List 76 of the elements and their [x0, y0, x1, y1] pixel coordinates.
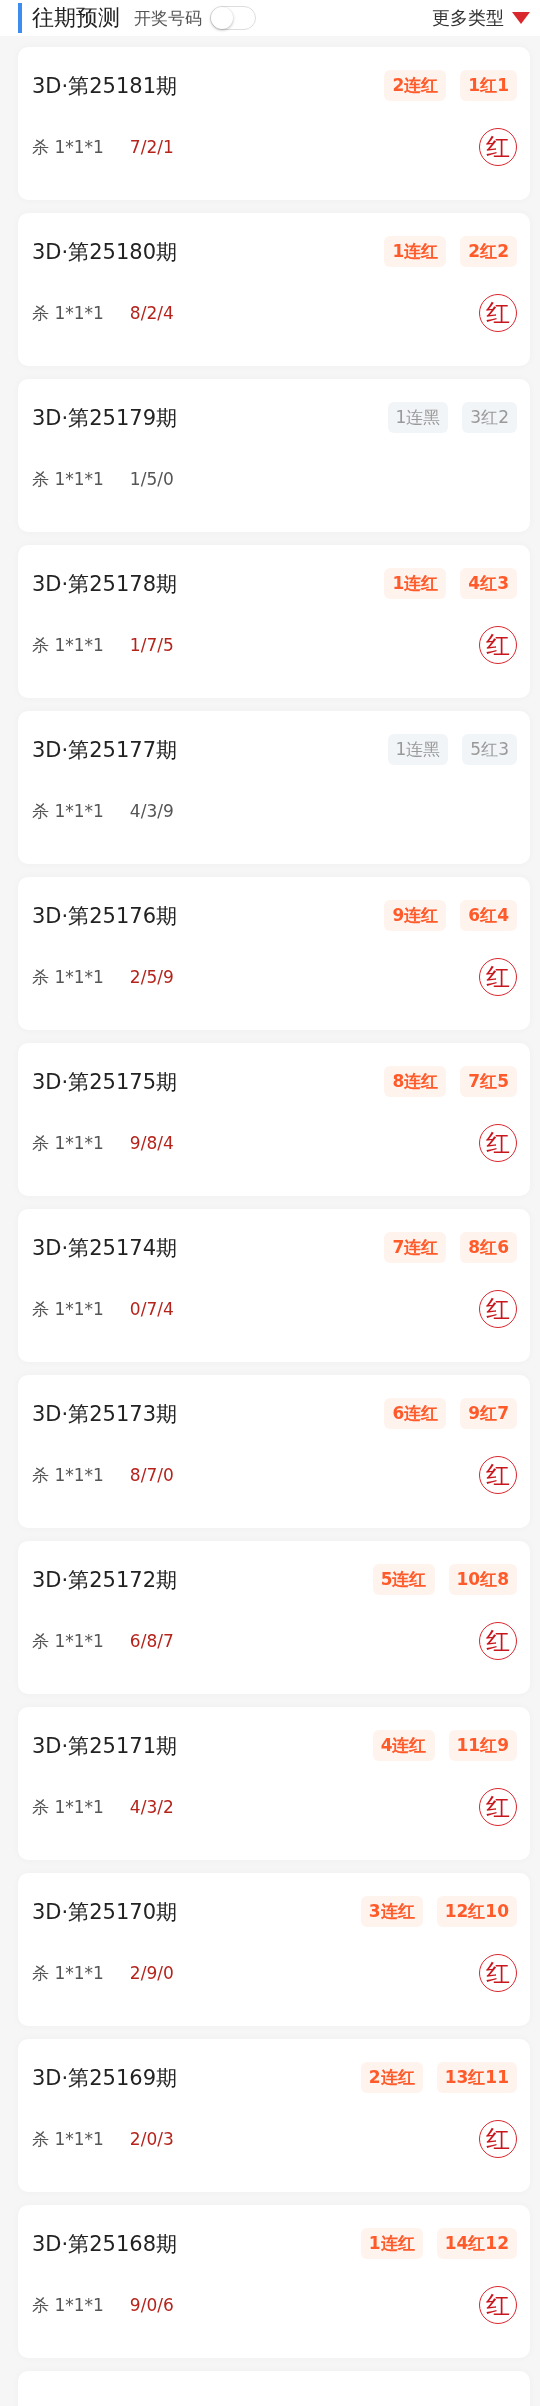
record-tag: 5红3 — [462, 734, 517, 765]
record-tag: 11红9 — [448, 1730, 517, 1761]
record-tag: 1红1 — [460, 70, 517, 101]
issue-title: 3D·第25178期 — [32, 570, 177, 598]
issue-title: 3D·第25172期 — [32, 1566, 177, 1594]
streak-tag: 7连红 — [384, 1232, 447, 1263]
kill-rule: 杀 1*1*1 — [32, 965, 104, 989]
dropdown-triangle-icon — [512, 12, 530, 24]
kill-rule: 杀 1*1*1 — [32, 799, 104, 823]
predicted-numbers: 2/9/0 — [129, 1963, 174, 1983]
issue-title: 3D·第25169期 — [32, 2064, 177, 2092]
kill-rule: 杀 1*1*1 — [32, 2127, 104, 2151]
record-tag: 3红2 — [462, 402, 517, 433]
streak-tag: 8连红 — [384, 1066, 447, 1097]
record-tag: 13红11 — [436, 2062, 517, 2093]
issue-title: 3D·第25174期 — [32, 1234, 177, 1262]
streak-tag: 2连红 — [384, 70, 447, 101]
issue-title: 3D·第25179期 — [32, 404, 177, 432]
accent-bar — [18, 3, 22, 33]
record-tag: 10红8 — [448, 1564, 517, 1595]
kill-rule: 杀 1*1*1 — [32, 1795, 104, 1819]
kill-rule: 杀 1*1*1 — [32, 2293, 104, 2317]
issue-title: 3D·第25171期 — [32, 1732, 177, 1760]
streak-tag: 5连红 — [372, 1564, 435, 1595]
kill-rule: 杀 1*1*1 — [32, 467, 104, 491]
streak-tag: 1连黑 — [387, 734, 449, 765]
issue-title: 3D·第25181期 — [32, 72, 177, 100]
issue-title: 3D·第25176期 — [32, 902, 177, 930]
streak-tag: 2连红 — [360, 2062, 423, 2093]
kill-rule: 杀 1*1*1 — [32, 1131, 104, 1155]
predicted-numbers: 2/0/3 — [129, 2129, 174, 2149]
predicted-numbers: 8/2/4 — [129, 303, 174, 323]
predicted-numbers: 9/8/4 — [129, 1133, 174, 1153]
more-types-dropdown[interactable]: 更多类型 — [432, 6, 530, 30]
kill-rule: 杀 1*1*1 — [32, 1629, 104, 1653]
issue-title: 3D·第25175期 — [32, 1068, 177, 1096]
streak-tag: 4连红 — [372, 1730, 435, 1761]
record-tag: 8红6 — [460, 1232, 517, 1263]
issue-title: 3D·第25168期 — [32, 2230, 177, 2258]
predicted-numbers: 0/7/4 — [129, 1299, 174, 1319]
streak-tag: 1连红 — [384, 568, 447, 599]
predicted-numbers: 1/7/5 — [129, 635, 174, 655]
streak-tag: 9连红 — [384, 900, 447, 931]
record-tag: 9红7 — [460, 1398, 517, 1429]
streak-tag: 1连红 — [360, 2228, 423, 2259]
kill-rule: 杀 1*1*1 — [32, 1463, 104, 1487]
kill-rule: 杀 1*1*1 — [32, 1961, 104, 1985]
record-tag: 4红3 — [460, 568, 517, 599]
issue-title: 3D·第25173期 — [32, 1400, 177, 1428]
issue-title: 3D·第25177期 — [32, 736, 177, 764]
streak-tag: 1连红 — [384, 236, 447, 267]
predicted-numbers: 8/7/0 — [129, 1465, 174, 1485]
kill-rule: 杀 1*1*1 — [32, 633, 104, 657]
kill-rule: 杀 1*1*1 — [32, 1297, 104, 1321]
predicted-numbers: 1/5/0 — [129, 469, 174, 489]
section-title: 往期预测 — [32, 4, 120, 32]
predicted-numbers: 2/5/9 — [129, 967, 174, 987]
toggle-switch[interactable] — [210, 6, 256, 30]
kill-rule: 杀 1*1*1 — [32, 135, 104, 159]
record-tag: 2红2 — [460, 236, 517, 267]
record-tag: 12红10 — [436, 1896, 517, 1927]
streak-tag: 1连黑 — [387, 402, 449, 433]
predicted-numbers: 6/8/7 — [129, 1631, 174, 1651]
streak-tag: 6连红 — [384, 1398, 447, 1429]
predicted-numbers: 4/3/9 — [129, 801, 174, 821]
kill-rule: 杀 1*1*1 — [32, 301, 104, 325]
toggle-label: 开奖号码 — [134, 6, 202, 30]
record-tag: 7红5 — [460, 1066, 517, 1097]
record-tag: 14红12 — [436, 2228, 517, 2259]
predicted-numbers: 7/2/1 — [129, 137, 174, 157]
issue-title: 3D·第25170期 — [32, 1898, 177, 1926]
predicted-numbers: 9/0/6 — [129, 2295, 174, 2315]
record-tag: 6红4 — [460, 900, 517, 931]
predicted-numbers: 4/3/2 — [129, 1797, 174, 1817]
streak-tag: 3连红 — [360, 1896, 423, 1927]
issue-title: 3D·第25180期 — [32, 238, 177, 266]
